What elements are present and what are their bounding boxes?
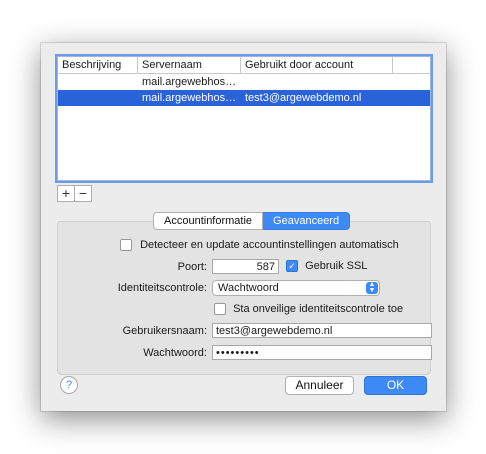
- auth-select[interactable]: Wachtwoord ▲ ▼: [212, 280, 380, 296]
- password-field[interactable]: •••••••••: [212, 345, 432, 360]
- list-controls: + −: [57, 185, 92, 202]
- cancel-button[interactable]: Annuleer: [285, 376, 354, 395]
- port-field[interactable]: 587: [212, 259, 279, 274]
- insecure-auth-label: Sta onveilige identiteitscontrole toe: [233, 303, 404, 315]
- tab-bar: Accountinformatie Geavanceerd: [153, 212, 351, 230]
- smtp-server-dialog: Beschrijving Servernaam Gebruikt door ac…: [41, 43, 446, 411]
- row-server: mail.argewebhosti...: [142, 76, 240, 88]
- column-header-extra: [393, 57, 430, 73]
- auth-selected-value: Wachtwoord: [218, 282, 279, 294]
- smtp-server-table[interactable]: Beschrijving Servernaam Gebruikt door ac…: [57, 56, 431, 181]
- select-arrows-icon: ▲ ▼: [366, 281, 378, 294]
- insecure-auth-row[interactable]: Sta onveilige identiteitscontrole toe: [214, 303, 404, 316]
- row-description: [58, 74, 138, 90]
- tab-account-info[interactable]: Accountinformatie: [153, 212, 264, 230]
- detect-settings-row[interactable]: Detecteer en update accountinstellingen …: [120, 239, 399, 252]
- detect-settings-label: Detecteer en update accountinstellingen …: [140, 239, 399, 251]
- ssl-checkbox[interactable]: ✓: [286, 260, 298, 273]
- username-field[interactable]: test3@argewebdemo.nl: [212, 323, 432, 338]
- row-account: [241, 74, 393, 90]
- insecure-auth-checkbox[interactable]: [214, 303, 226, 316]
- row-account: test3@argewebdemo.nl: [245, 92, 362, 104]
- detect-settings-checkbox[interactable]: [120, 239, 132, 252]
- port-label: Poort:: [177, 261, 207, 273]
- password-label: Wachtwoord:: [143, 347, 207, 359]
- remove-server-button[interactable]: −: [75, 185, 92, 202]
- row-description: [58, 90, 138, 106]
- ssl-row[interactable]: ✓ Gebruik SSL: [286, 260, 368, 273]
- table-row-selected[interactable]: mail.argewebhosti... test3@argewebdemo.n…: [58, 90, 430, 106]
- column-header-server[interactable]: Servernaam: [138, 57, 241, 73]
- column-header-account[interactable]: Gebruikt door account: [241, 57, 393, 73]
- tab-advanced[interactable]: Geavanceerd: [263, 212, 351, 230]
- row-server: mail.argewebhosti...: [142, 92, 240, 104]
- table-row[interactable]: mail.argewebhosti...: [58, 74, 430, 90]
- advanced-settings-panel: Detecteer en update accountinstellingen …: [57, 221, 432, 375]
- column-header-description[interactable]: Beschrijving: [58, 57, 138, 73]
- help-button[interactable]: ?: [60, 376, 78, 394]
- ssl-label: Gebruik SSL: [305, 260, 368, 272]
- table-header: Beschrijving Servernaam Gebruikt door ac…: [58, 57, 430, 74]
- ok-button[interactable]: OK: [364, 376, 427, 395]
- auth-label: Identiteitscontrole:: [117, 282, 207, 294]
- username-label: Gebruikersnaam:: [122, 325, 207, 337]
- add-server-button[interactable]: +: [57, 185, 75, 202]
